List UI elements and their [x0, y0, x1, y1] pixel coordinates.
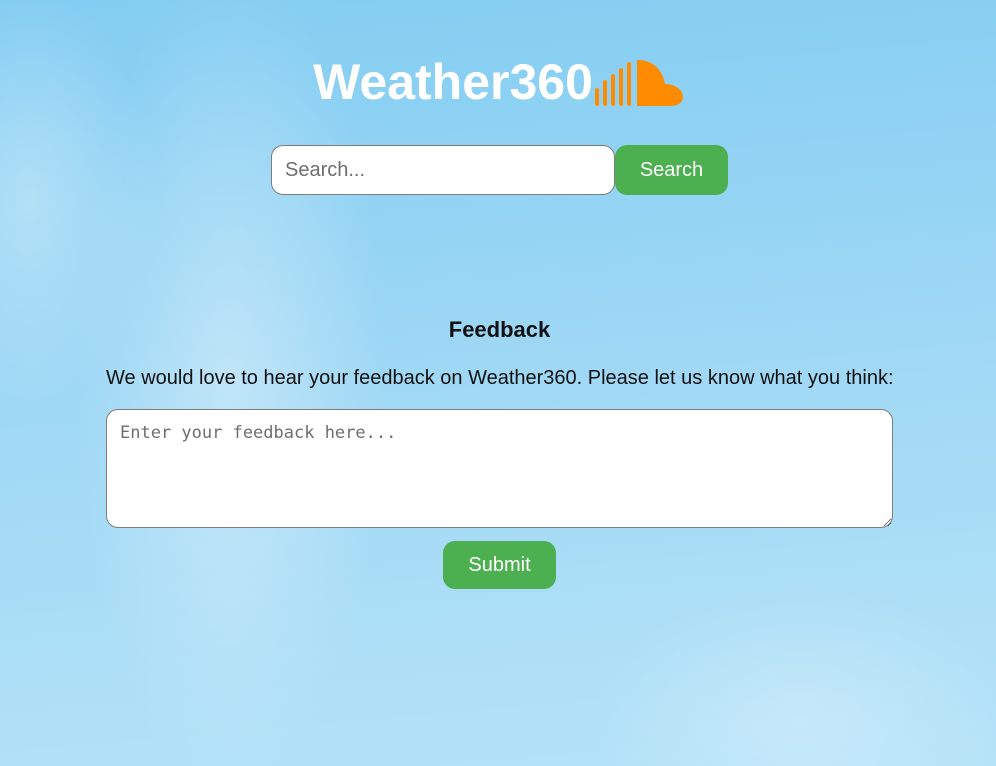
feedback-description: We would love to hear your feedback on W… — [106, 367, 894, 389]
feedback-textarea[interactable] — [106, 409, 893, 528]
site-logo-text: Weather360 — [313, 54, 593, 110]
soundcloud-cloud-icon — [594, 60, 683, 106]
search-bar: Search — [271, 145, 728, 195]
search-input[interactable] — [271, 145, 615, 195]
submit-button[interactable]: Submit — [443, 541, 556, 589]
feedback-title: Feedback — [448, 317, 551, 342]
search-button[interactable]: Search — [615, 145, 728, 195]
feedback-section: Feedback We would love to hear your feed… — [106, 316, 894, 589]
site-header: Weather360 — [0, 52, 996, 112]
